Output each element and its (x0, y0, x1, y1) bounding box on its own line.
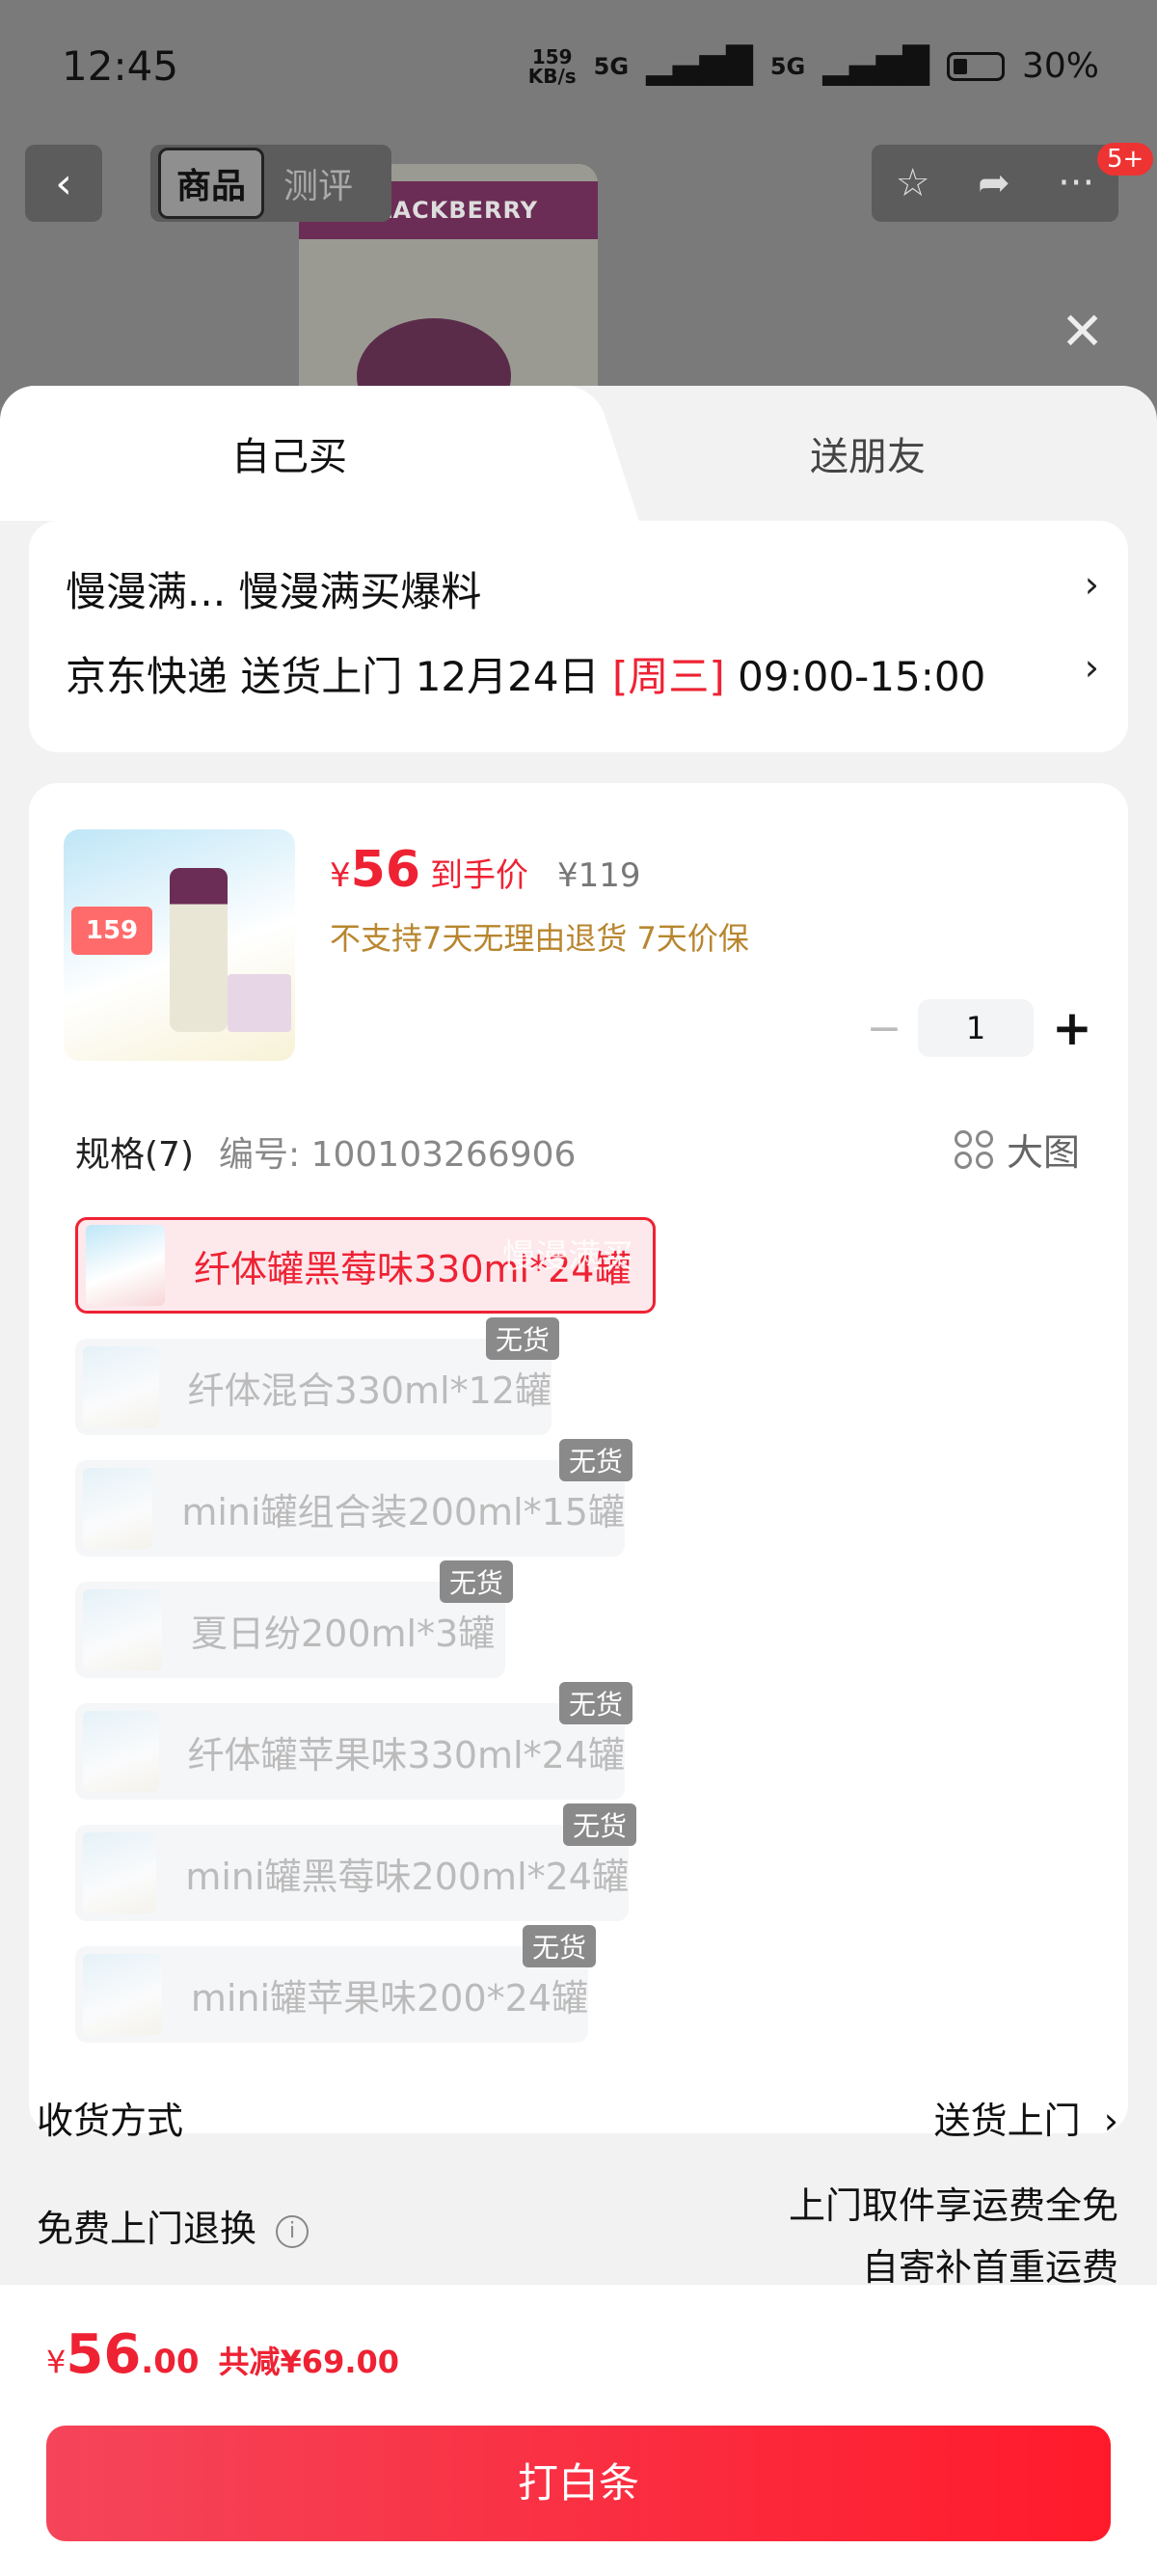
quantity-stepper: − 1 + (850, 999, 1120, 1057)
watermark: 慢漫满买 (502, 1237, 633, 1276)
sold-out-badge: 无货 (558, 1439, 632, 1481)
address-line: 慢漫满... 慢漫满买爆料 (66, 568, 482, 615)
spec-option[interactable]: 纤体混合330ml*12罐 无货 (75, 1317, 559, 1435)
chevron-right-icon: › (1084, 563, 1099, 606)
delivery-method-value[interactable]: 送货上门 › (934, 2091, 1118, 2144)
option-thumb (83, 1346, 159, 1427)
chevron-right-icon: › (1084, 646, 1099, 689)
more-icon[interactable]: ··· (1058, 161, 1094, 205)
option-label: 纤体混合330ml*12罐 (187, 1369, 552, 1412)
spec-option[interactable]: mini罐苹果味200*24罐 无货 (75, 1925, 596, 2043)
tab-review[interactable]: 测评 (274, 150, 363, 216)
grid-icon (954, 1129, 993, 1169)
sold-out-badge: 无货 (485, 1317, 559, 1360)
status-bar: 12:45 159 KB/s 5G ▂▄▆█ 5G ▂▄▆█ 30% (0, 0, 1157, 135)
option-label: 纤体罐苹果味330ml*24罐 (187, 1733, 625, 1776)
checkout-bar: ¥56.00 共减¥69.00 打白条 (0, 2284, 1157, 2576)
option-thumb (83, 1589, 162, 1670)
option-label: mini罐组合装200ml*15罐 (181, 1490, 625, 1533)
product-card: 159 ¥56 到手价 ¥119 不支持7天无理由退货 7天价保 − 1 + 规格(… (29, 783, 1128, 2133)
quantity-input[interactable]: 1 (918, 999, 1034, 1057)
increase-button[interactable]: + (1034, 1000, 1111, 1056)
spec-option[interactable]: 纤体罐苹果味330ml*24罐 无货 (75, 1682, 632, 1800)
sheet-tabs: 送朋友 自己买 (0, 386, 1157, 521)
option-label: mini罐黑莓味200ml*24罐 (185, 1855, 629, 1898)
signal-5g-icon-1: 5G (593, 52, 630, 80)
option-label: mini罐苹果味200*24罐 (190, 1976, 588, 2020)
tab-buy-self[interactable]: 自己买 (0, 386, 578, 521)
message-badge: 5+ (1097, 143, 1154, 176)
spec-option[interactable]: mini罐组合装200ml*15罐 无货 (75, 1439, 632, 1557)
chevron-right-icon: › (1103, 2100, 1118, 2142)
signal-5g-icon-2: 5G (769, 52, 806, 80)
total-price: ¥56.00 共减¥69.00 (46, 2323, 400, 2386)
chevron-left-icon: ‹ (55, 158, 72, 208)
original-price: ¥119 (557, 856, 641, 895)
sold-out-badge: 无货 (562, 1803, 636, 1846)
delivery-line: 京东快递 送货上门 12月24日 [周三] 09:00-15:00 (66, 653, 986, 700)
thumb-price-tag: 159 (71, 907, 152, 955)
spec-option[interactable]: 夏日纷200ml*3罐 无货 (75, 1560, 513, 1678)
battery-icon (946, 51, 1005, 81)
sold-out-badge: 无货 (558, 1682, 632, 1724)
decrease-button[interactable]: − (850, 1004, 918, 1053)
star-icon[interactable]: ☆ (896, 161, 930, 205)
option-label: 夏日纷200ml*3罐 (191, 1612, 496, 1655)
sold-out-badge: 无货 (522, 1925, 596, 1967)
purchase-sheet: 送朋友 自己买 慢漫满... 慢漫满买爆料 › 京东快递 送货上门 12月24日… (0, 386, 1157, 2575)
header-tabs: 商品 测评 (150, 145, 391, 222)
option-thumb (83, 1954, 162, 2035)
option-thumb (83, 1832, 157, 1913)
spec-option[interactable]: 纤体罐黑莓味330ml*24罐 慢漫满买 (75, 1217, 656, 1314)
thumb-box (228, 974, 291, 1032)
final-price: 56 (350, 841, 421, 899)
free-return-label: 免费上门退换 i (37, 2199, 309, 2252)
header-actions: ☆ ➦ ··· (872, 145, 1118, 222)
thumb-can (170, 868, 228, 1032)
close-icon[interactable]: ✕ (1061, 301, 1104, 362)
price-row: ¥56 到手价 ¥119 (330, 841, 641, 899)
product-thumbnail[interactable]: 159 (64, 829, 295, 1061)
return-policy: 不支持7天无理由退货 7天价保 (330, 920, 749, 957)
tab-send-friend[interactable]: 送朋友 (578, 386, 1157, 521)
return-line-2: 自寄补首重运费 (861, 2246, 1118, 2289)
product-number: 编号: 100103266906 (219, 1135, 577, 1175)
pay-button[interactable]: 打白条 (46, 2426, 1111, 2541)
info-icon[interactable]: i (276, 2214, 309, 2248)
tab-product[interactable]: 商品 (158, 148, 265, 219)
status-time: 12:45 (62, 42, 179, 90)
option-thumb (83, 1711, 159, 1792)
share-icon[interactable]: ➦ (978, 161, 1010, 205)
spec-title: 规格(7) (75, 1135, 194, 1175)
signal-bars-icon-1: ▂▄▆█ (646, 46, 753, 86)
option-thumb (86, 1225, 165, 1306)
big-image-button[interactable]: 大图 (954, 1123, 1080, 1176)
delivery-method-label: 收货方式 (37, 2100, 184, 2142)
savings-text: 共减¥69.00 (218, 2344, 400, 2380)
return-line-1: 上门取件享运费全免 (788, 2184, 1118, 2227)
spec-header: 规格(7) 编号: 100103266906 (75, 1126, 576, 1177)
signal-bars-icon-2: ▂▄▆█ (822, 46, 929, 86)
option-thumb (83, 1468, 153, 1549)
sold-out-badge: 无货 (439, 1560, 513, 1603)
address-card[interactable]: 慢漫满... 慢漫满买爆料 › 京东快递 送货上门 12月24日 [周三] 09… (29, 521, 1128, 752)
back-button[interactable]: ‹ (25, 145, 102, 222)
price-label: 到手价 (430, 856, 529, 895)
battery-percent: 30% (1021, 46, 1099, 86)
network-speed: 159 KB/s (527, 44, 577, 88)
spec-option[interactable]: mini罐黑莓味200ml*24罐 无货 (75, 1803, 636, 1921)
